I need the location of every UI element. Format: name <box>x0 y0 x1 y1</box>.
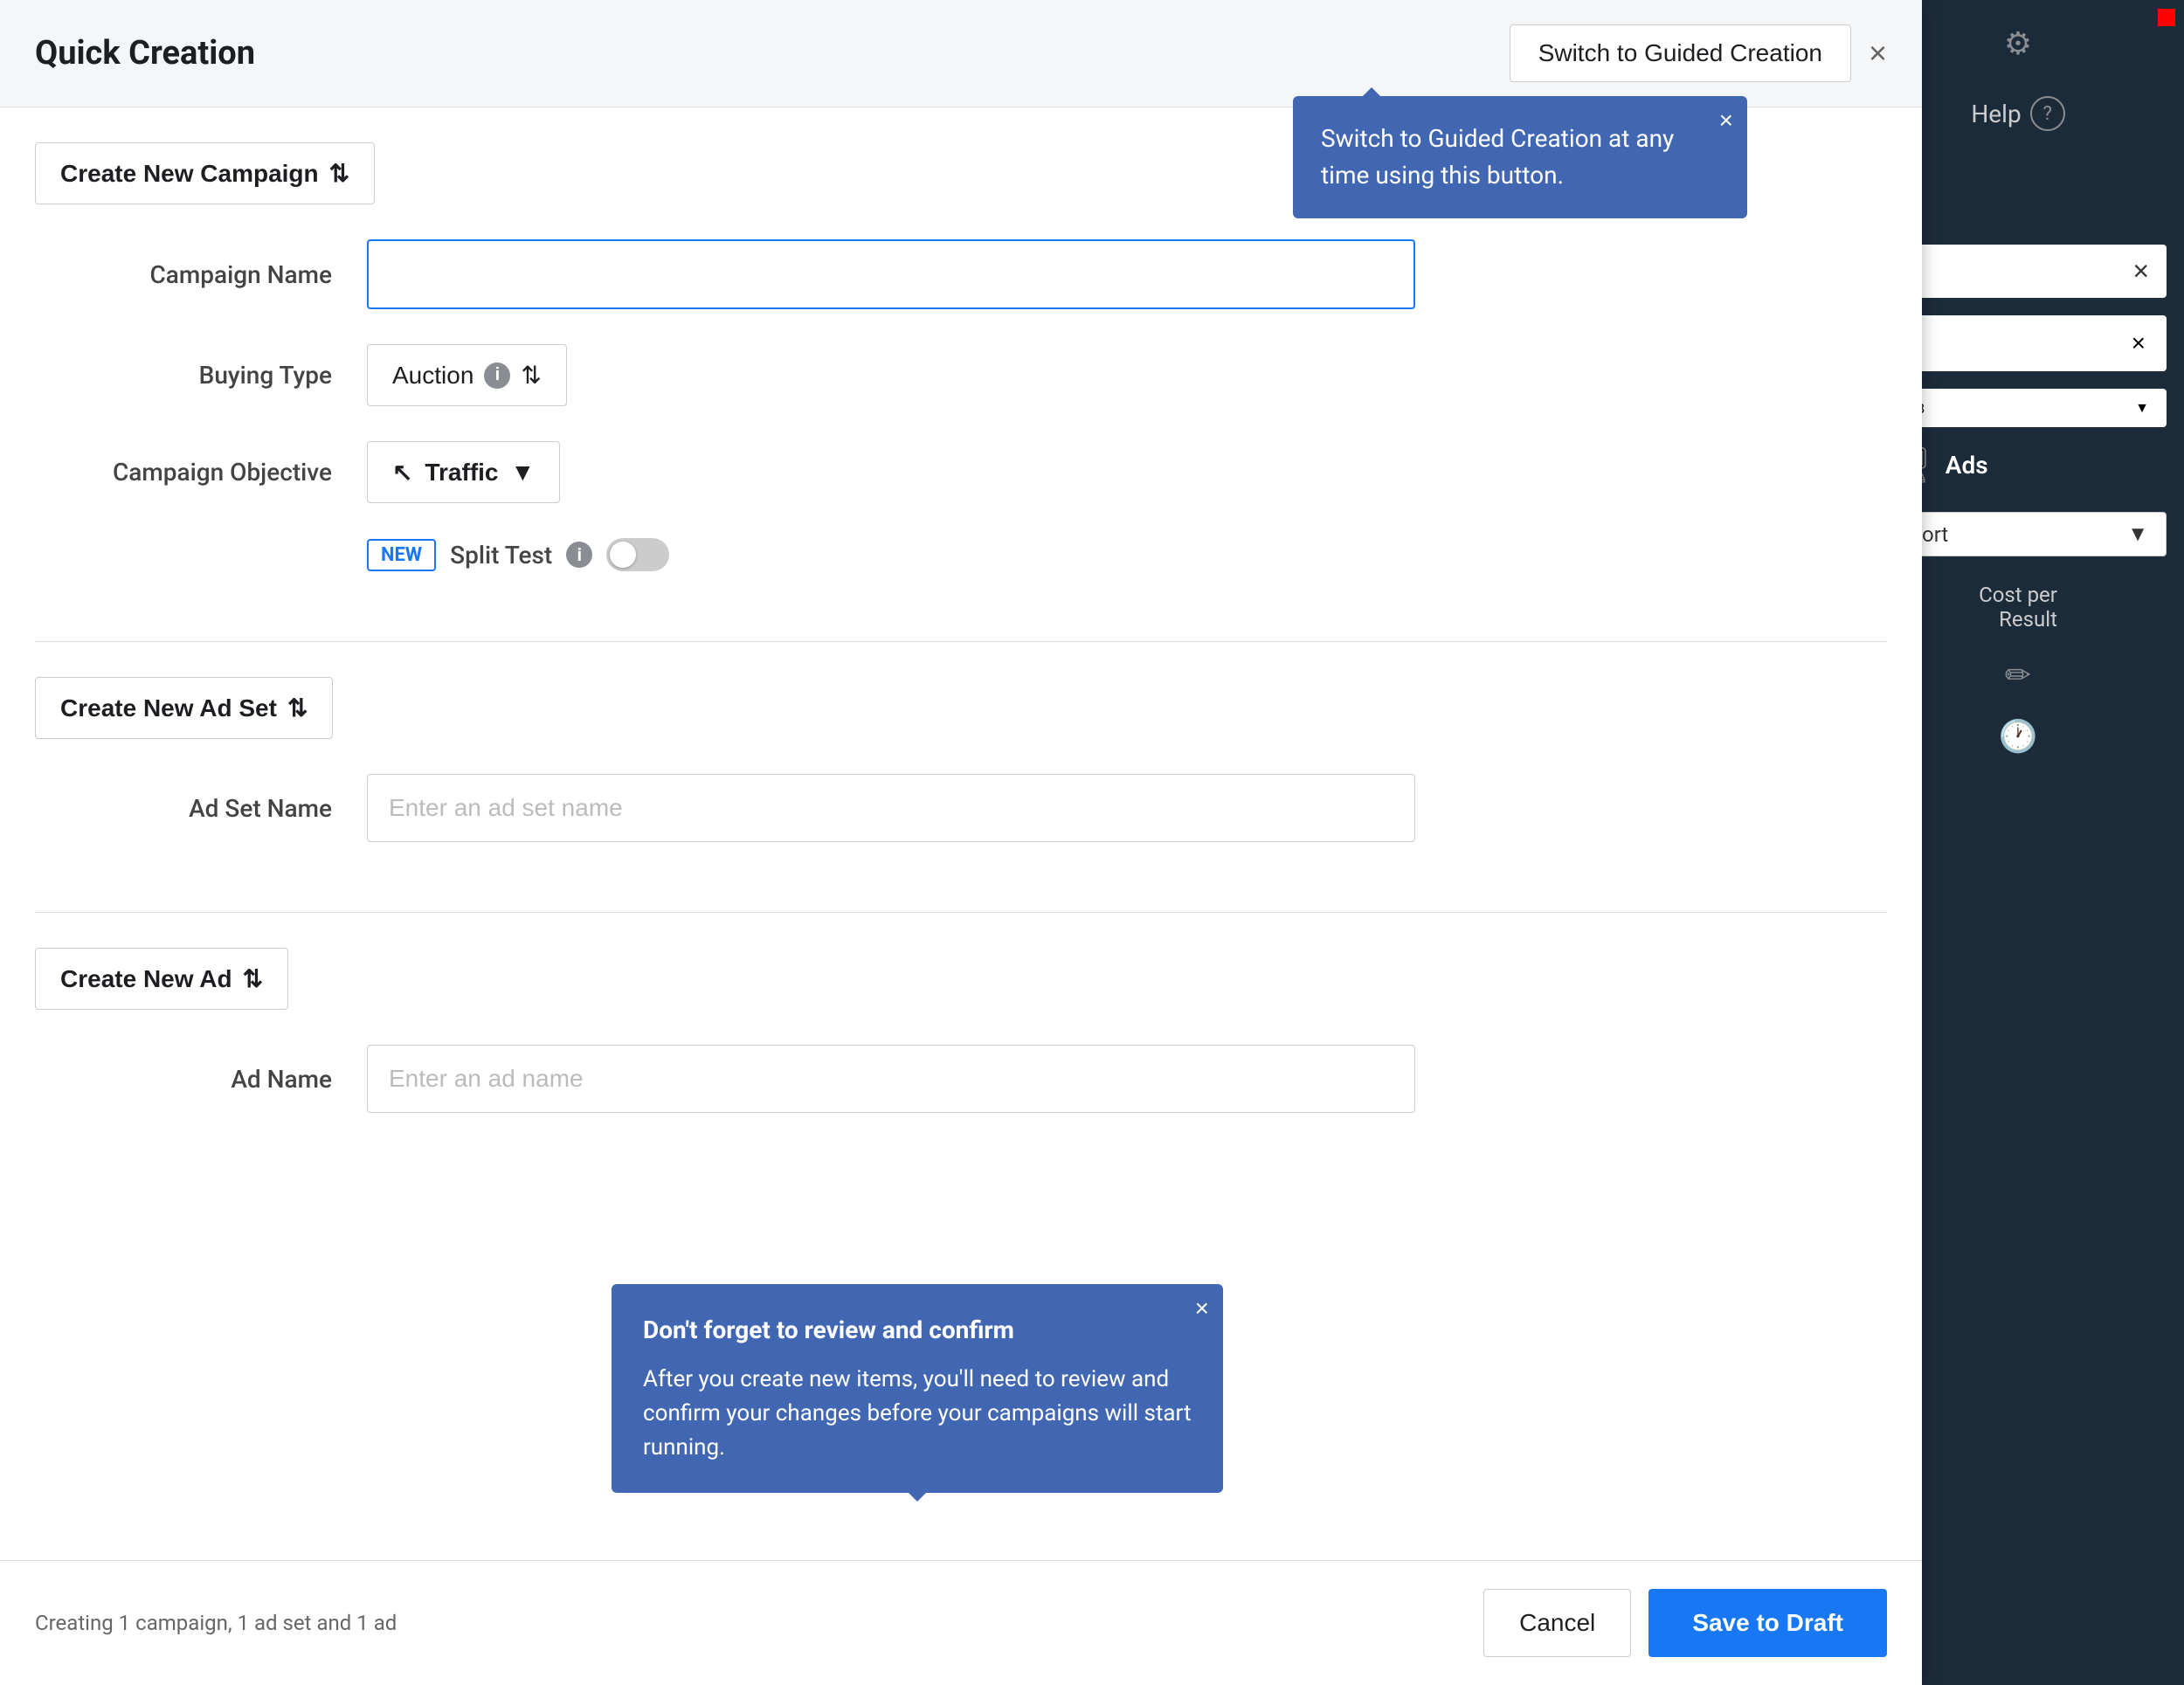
buying-type-control: Auction i ⇅ <box>367 344 1415 406</box>
ad-sort-icon: ⇅ <box>243 964 263 993</box>
footer-info-text: Creating 1 campaign, 1 ad set and 1 ad <box>35 1611 397 1635</box>
split-test-row: NEW Split Test i <box>35 538 1887 571</box>
dialog-footer: Creating 1 campaign, 1 ad set and 1 ad C… <box>0 1560 1922 1685</box>
campaign-objective-label: Campaign Objective <box>52 458 367 487</box>
ads-label: Ads <box>1946 451 1988 480</box>
cursor-icon: ↖ <box>392 458 412 487</box>
ad-set-name-input[interactable] <box>367 774 1415 842</box>
cancel-button[interactable]: Cancel <box>1483 1589 1631 1657</box>
ad-set-name-row: Ad Set Name <box>35 774 1887 842</box>
switch-tooltip-close[interactable]: × <box>1719 107 1733 135</box>
pencil-icon[interactable]: ✏ <box>1992 649 2044 701</box>
create-ad-set-btn[interactable]: Create New Ad Set ⇅ <box>35 677 333 739</box>
dialog-title: Quick Creation <box>35 34 255 73</box>
buying-type-chevron: ⇅ <box>521 361 541 390</box>
review-tooltip-title: Don't forget to review and confirm <box>643 1312 1192 1349</box>
clock-icon[interactable]: 🕐 <box>1992 710 2044 763</box>
campaign-objective-value: Traffic <box>425 459 498 487</box>
create-ad-btn[interactable]: Create New Ad ⇅ <box>35 948 288 1010</box>
campaign-objective-row: Campaign Objective ↖ Traffic ▼ <box>35 441 1887 503</box>
panel-close-btn[interactable]: × <box>2132 255 2149 287</box>
switch-tooltip: × Switch to Guided Creation at any time … <box>1293 96 1747 218</box>
buying-type-value: Auction <box>392 362 473 390</box>
split-test-label: Split Test <box>450 541 552 570</box>
notification-dot <box>2158 9 2175 26</box>
switch-to-guided-btn[interactable]: Switch to Guided Creation <box>1510 24 1851 82</box>
ad-set-name-control <box>367 774 1415 842</box>
ad-set-sort-icon: ⇅ <box>287 694 308 722</box>
help-label: Help <box>1971 100 2021 128</box>
review-tooltip-close[interactable]: × <box>1195 1295 1209 1322</box>
review-tooltip: × Don't forget to review and confirm Aft… <box>612 1284 1223 1493</box>
dialog-close-btn[interactable]: × <box>1869 38 1887 69</box>
campaign-objective-control: ↖ Traffic ▼ <box>367 441 1415 503</box>
footer-buttons: Cancel Save to Draft <box>1483 1589 1887 1657</box>
help-icon[interactable]: ? <box>2030 96 2065 131</box>
ad-name-input[interactable] <box>367 1045 1415 1113</box>
cost-per-result-label: Cost perResult <box>1961 574 2075 640</box>
campaign-name-row: Campaign Name <box>35 239 1887 309</box>
ad-name-label: Ad Name <box>52 1065 367 1094</box>
campaign-objective-select[interactable]: ↖ Traffic ▼ <box>367 441 560 503</box>
buying-type-row: Buying Type Auction i ⇅ <box>35 344 1887 406</box>
create-ad-set-label: Create New Ad Set <box>60 694 277 722</box>
ad-set-section: Create New Ad Set ⇅ Ad Set Name <box>0 642 1922 912</box>
panel-date-chevron[interactable]: ▼ <box>2135 399 2149 417</box>
split-test-info-icon[interactable]: i <box>566 542 592 568</box>
toggle-knob <box>610 542 636 568</box>
gear-icon[interactable]: ⚙ <box>1992 17 2044 70</box>
campaign-sort-icon: ⇅ <box>329 159 349 188</box>
panel-name-close[interactable]: × <box>2132 329 2146 357</box>
buying-type-info-icon[interactable]: i <box>484 363 510 389</box>
buying-type-label: Buying Type <box>52 361 367 390</box>
export-chevron: ▼ <box>2127 521 2148 547</box>
header-right: Switch to Guided Creation × <box>1510 24 1887 82</box>
dialog-header: Quick Creation Switch to Guided Creation… <box>0 0 1922 107</box>
campaign-name-label: Campaign Name <box>52 260 367 289</box>
create-ad-label: Create New Ad <box>60 965 232 993</box>
campaign-name-input[interactable] <box>367 239 1415 309</box>
ad-name-row: Ad Name <box>35 1045 1887 1113</box>
review-tooltip-body: After you create new items, you'll need … <box>643 1363 1192 1465</box>
campaign-name-control <box>367 239 1415 309</box>
new-badge: NEW <box>367 539 436 571</box>
create-campaign-label: Create New Campaign <box>60 160 319 188</box>
campaign-objective-chevron: ▼ <box>511 459 536 487</box>
ad-set-name-label: Ad Set Name <box>52 794 367 823</box>
create-campaign-btn[interactable]: Create New Campaign ⇅ <box>35 142 375 204</box>
split-test-toggle[interactable] <box>606 538 669 571</box>
buying-type-select[interactable]: Auction i ⇅ <box>367 344 567 406</box>
switch-tooltip-text: Switch to Guided Creation at any time us… <box>1321 124 1674 190</box>
quick-creation-dialog: Quick Creation Switch to Guided Creation… <box>0 0 1922 1685</box>
ad-name-control <box>367 1045 1415 1113</box>
ad-section: Create New Ad ⇅ Ad Name <box>0 913 1922 1183</box>
save-to-draft-button[interactable]: Save to Draft <box>1648 1589 1887 1657</box>
